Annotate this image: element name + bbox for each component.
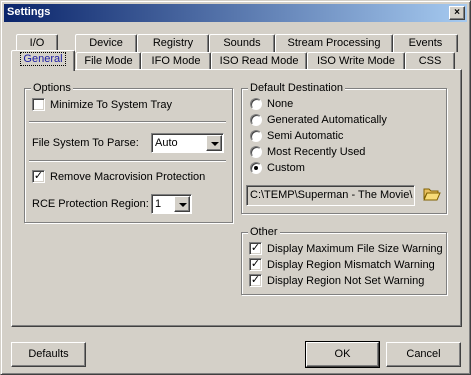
other-group-label: Other — [248, 226, 280, 238]
region-not-set-warning-checkbox[interactable]: ✓ Display Region Not Set Warning — [249, 274, 424, 287]
radio-label: None — [267, 98, 294, 110]
open-folder-icon[interactable] — [423, 186, 441, 202]
radio-custom[interactable] — [250, 162, 262, 174]
radio-semi-automatic[interactable] — [250, 130, 262, 142]
remove-macrovision-checkbox[interactable]: ✓ Remove Macrovision Protection — [32, 170, 205, 183]
radio-most-recent[interactable] — [250, 146, 262, 158]
destination-group-label: Default Destination — [248, 82, 345, 94]
chevron-down-icon[interactable] — [174, 196, 190, 212]
custom-path-value: C:\TEMP\Superman - The Movie\ — [250, 189, 413, 201]
radio-none[interactable] — [250, 98, 262, 110]
destination-semi-automatic-radio[interactable]: Semi Automatic — [250, 130, 343, 142]
custom-path-field[interactable]: C:\TEMP\Superman - The Movie\ — [246, 185, 415, 206]
destination-none-radio[interactable]: None — [250, 98, 293, 110]
region-mismatch-checkbox-box[interactable]: ✓ — [249, 258, 262, 271]
tab-events[interactable]: Events — [393, 34, 458, 52]
options-group-label: Options — [31, 82, 73, 94]
region-mismatch-warning-checkbox[interactable]: ✓ Display Region Mismatch Warning — [249, 258, 435, 271]
destination-custom-radio[interactable]: Custom — [250, 162, 305, 174]
ok-button[interactable]: OK — [305, 341, 380, 368]
title-bar[interactable]: Settings × — [4, 4, 467, 22]
destination-generated-radio[interactable]: Generated Automatically — [250, 114, 387, 126]
tab-sounds[interactable]: Sounds — [209, 34, 275, 52]
max-file-size-checkbox-box[interactable]: ✓ — [249, 242, 262, 255]
radio-generated[interactable] — [250, 114, 262, 126]
checkbox-label: Display Region Not Set Warning — [267, 274, 425, 287]
tab-css[interactable]: CSS — [405, 52, 455, 70]
tab-registry[interactable]: Registry — [137, 34, 209, 52]
macrovision-label: Remove Macrovision Protection — [50, 170, 206, 183]
separator — [29, 121, 226, 123]
radio-label: Generated Automatically — [267, 114, 387, 126]
checkbox-label: Display Region Mismatch Warning — [267, 258, 435, 271]
tab-iso-read-mode[interactable]: ISO Read Mode — [211, 52, 307, 70]
minimize-to-tray-checkbox[interactable]: Minimize To System Tray — [32, 98, 172, 111]
defaults-button[interactable]: Defaults — [11, 342, 86, 367]
macrovision-checkbox-box[interactable]: ✓ — [32, 170, 45, 183]
chevron-down-icon[interactable] — [206, 135, 222, 151]
region-not-set-checkbox-box[interactable]: ✓ — [249, 274, 262, 287]
rce-region-value: 1 — [155, 198, 162, 210]
file-system-select[interactable]: Auto — [151, 133, 224, 153]
tab-general[interactable]: General — [11, 50, 75, 71]
radio-label: Custom — [267, 162, 305, 174]
file-system-value: Auto — [155, 137, 178, 149]
close-button[interactable]: × — [449, 6, 465, 20]
radio-label: Most Recently Used — [267, 146, 366, 158]
checkbox-label: Display Maximum File Size Warning — [267, 242, 443, 255]
window-title: Settings — [7, 6, 51, 18]
tab-iso-write-mode[interactable]: ISO Write Mode — [307, 52, 405, 70]
close-icon: × — [454, 7, 460, 18]
rce-region-label: RCE Protection Region: — [32, 198, 149, 210]
file-system-label: File System To Parse: — [32, 137, 139, 149]
minimize-label: Minimize To System Tray — [50, 98, 173, 111]
settings-window: Settings × I/O Device Registry Sounds St… — [0, 0, 471, 375]
separator — [29, 160, 226, 162]
minimize-checkbox-box[interactable] — [32, 98, 45, 111]
tab-stream-processing[interactable]: Stream Processing — [275, 34, 393, 52]
tab-device[interactable]: Device — [75, 34, 137, 52]
cancel-button[interactable]: Cancel — [386, 342, 461, 367]
radio-label: Semi Automatic — [267, 130, 344, 142]
tab-ifo-mode[interactable]: IFO Mode — [141, 52, 211, 70]
destination-most-recent-radio[interactable]: Most Recently Used — [250, 146, 365, 158]
max-file-size-warning-checkbox[interactable]: ✓ Display Maximum File Size Warning — [249, 242, 443, 255]
tab-file-mode[interactable]: File Mode — [76, 52, 141, 70]
rce-region-select[interactable]: 1 — [151, 194, 192, 214]
